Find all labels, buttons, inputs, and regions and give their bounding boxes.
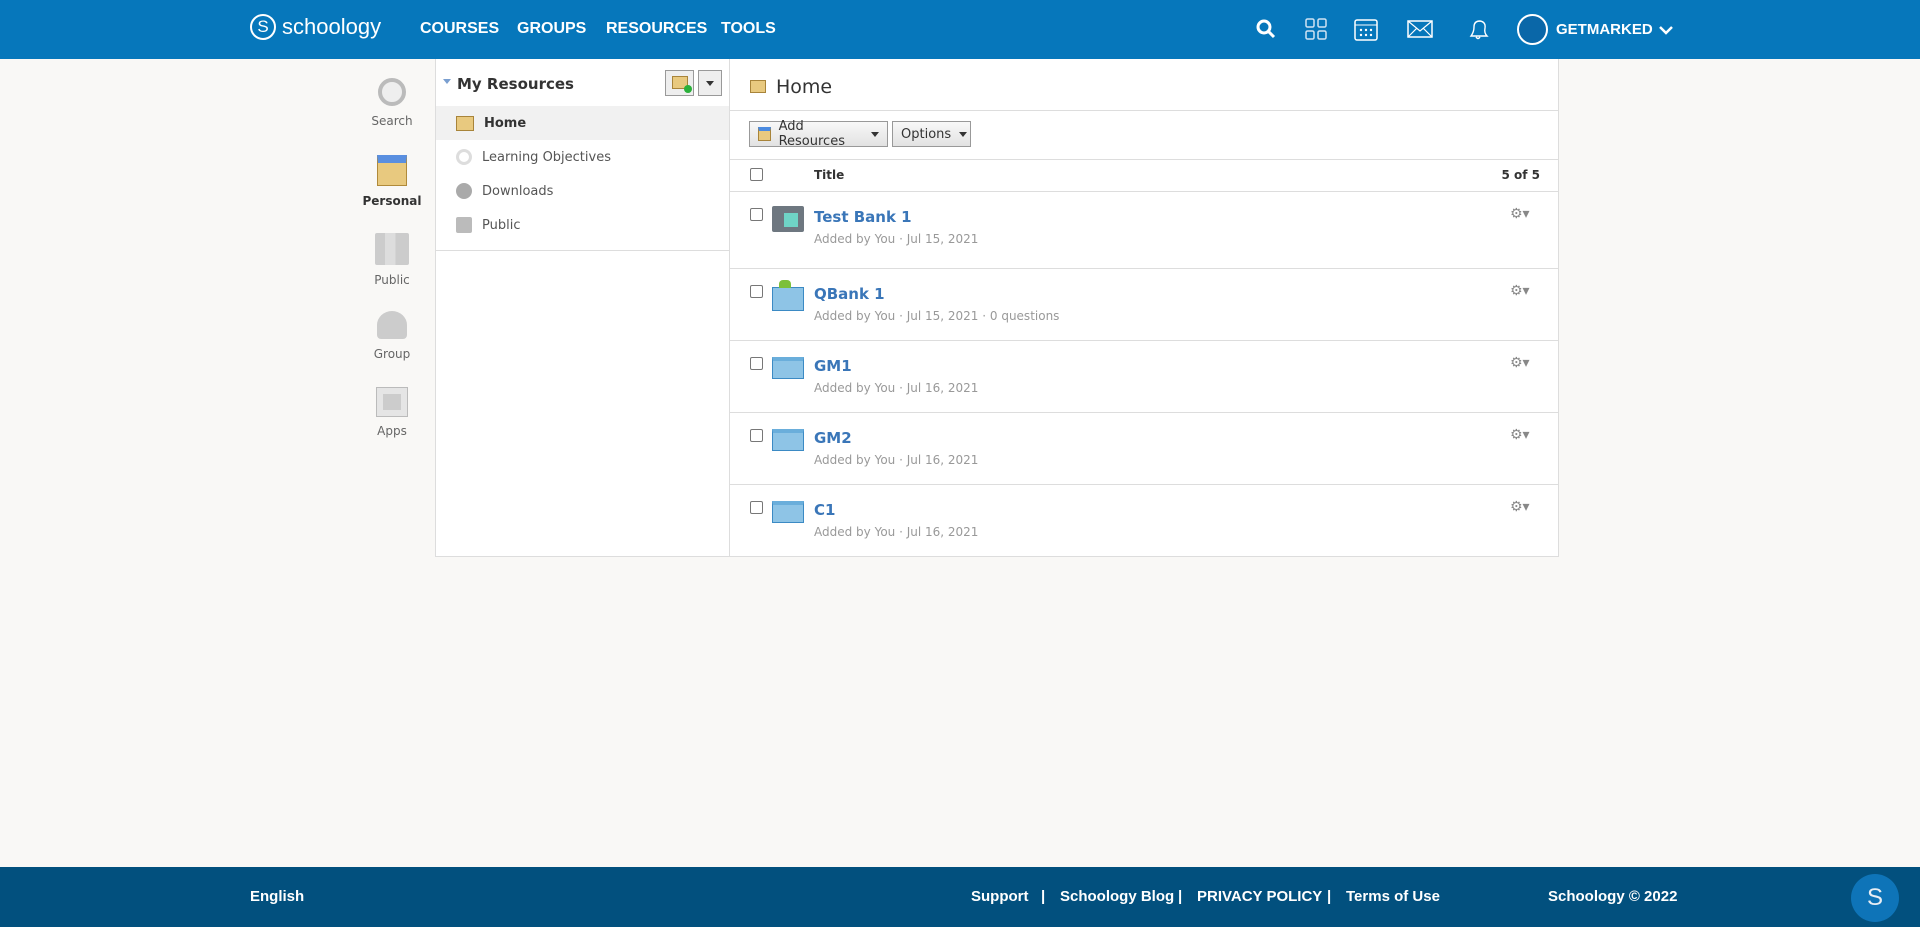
page-title: Home xyxy=(776,76,833,98)
leftnav-public[interactable]: Public xyxy=(352,233,432,287)
user-name[interactable]: GETMARKED xyxy=(1556,21,1653,38)
resource-title-link[interactable]: GM2 xyxy=(814,429,852,447)
tree-item-public[interactable]: Public xyxy=(436,208,729,242)
resource-list-panel: Home Add Resources Options Title 5 of 5 … xyxy=(729,59,1559,557)
caret-down-icon xyxy=(871,131,879,137)
resource-meta: Added by You · Jul 16, 2021 xyxy=(814,453,979,467)
resource-meta: Added by You · Jul 15, 2021 xyxy=(814,232,979,246)
top-header: Sschoology COURSES GROUPS RESOURCES TOOL… xyxy=(0,0,1920,59)
language-selector[interactable]: English xyxy=(250,888,304,905)
folder-icon xyxy=(772,357,804,379)
plus-icon xyxy=(683,85,692,93)
download-icon xyxy=(456,183,472,199)
nav-groups[interactable]: GROUPS xyxy=(517,20,586,38)
apps-icon xyxy=(376,387,408,417)
resource-row: GM1 Added by You · Jul 16, 2021 ⚙▾ xyxy=(730,341,1558,413)
collapse-triangle-icon[interactable] xyxy=(443,79,451,84)
resource-row: GM2 Added by You · Jul 16, 2021 ⚙▾ xyxy=(730,413,1558,485)
divider xyxy=(436,250,729,251)
gear-menu-icon[interactable]: ⚙▾ xyxy=(1510,283,1530,299)
nav-tools[interactable]: TOOLS xyxy=(721,20,776,38)
mail-icon[interactable] xyxy=(1407,16,1433,42)
resource-tree-panel: My Resources Home Learning Objectives Do… xyxy=(435,59,730,557)
gear-menu-icon[interactable]: ⚙▾ xyxy=(1510,355,1530,371)
leftnav-label: Personal xyxy=(362,194,422,208)
resource-row: C1 Added by You · Jul 16, 2021 ⚙▾ xyxy=(730,485,1558,557)
select-all-checkbox[interactable] xyxy=(750,168,763,181)
notifications-bell-icon[interactable] xyxy=(1465,16,1491,42)
target-icon xyxy=(456,149,472,165)
test-bank-icon xyxy=(772,206,804,232)
tree-options-dropdown[interactable] xyxy=(698,70,722,96)
leftnav-group[interactable]: Group xyxy=(352,311,432,361)
folder-icon xyxy=(772,501,804,523)
footer-link-privacy[interactable]: PRIVACY POLICY xyxy=(1197,888,1322,905)
add-collection-button[interactable] xyxy=(665,70,694,96)
gear-menu-icon[interactable]: ⚙▾ xyxy=(1510,499,1530,515)
caret-down-icon xyxy=(706,80,714,86)
my-resources-title[interactable]: My Resources xyxy=(457,75,574,93)
row-checkbox[interactable] xyxy=(750,208,763,221)
question-bank-icon xyxy=(772,280,804,311)
separator: | xyxy=(1041,888,1046,905)
resource-row: Test Bank 1 Added by You · Jul 15, 2021 … xyxy=(730,192,1558,269)
folder-icon xyxy=(772,429,804,451)
separator: | xyxy=(1178,888,1183,905)
footer: English Support | Schoology Blog | PRIVA… xyxy=(0,867,1920,927)
row-checkbox[interactable] xyxy=(750,357,763,370)
add-resource-icon xyxy=(758,127,771,141)
user-avatar[interactable] xyxy=(1517,14,1548,45)
box-icon xyxy=(456,115,474,131)
logo-text: schoology xyxy=(282,14,382,39)
search-icon[interactable] xyxy=(1253,16,1279,42)
title-column-header[interactable]: Title xyxy=(814,168,844,182)
row-checkbox[interactable] xyxy=(750,429,763,442)
tree-item-home[interactable]: Home xyxy=(436,106,729,140)
resource-title-link[interactable]: GM1 xyxy=(814,357,852,375)
resource-meta: Added by You · Jul 16, 2021 xyxy=(814,525,979,539)
footer-link-support[interactable]: Support xyxy=(971,888,1029,905)
item-count: 5 of 5 xyxy=(1501,168,1540,182)
footer-link-blog[interactable]: Schoology Blog xyxy=(1060,888,1174,905)
nav-resources[interactable]: RESOURCES xyxy=(606,20,707,38)
magnifier-icon xyxy=(378,78,406,106)
tree-item-downloads[interactable]: Downloads xyxy=(436,174,729,208)
public-library-icon xyxy=(456,217,472,233)
footer-link-terms[interactable]: Terms of Use xyxy=(1346,888,1440,905)
gear-menu-icon[interactable]: ⚙▾ xyxy=(1510,427,1530,443)
group-people-icon xyxy=(377,311,407,339)
nav-courses[interactable]: COURSES xyxy=(420,20,499,38)
resource-title-link[interactable]: C1 xyxy=(814,501,835,519)
resource-meta: Added by You · Jul 15, 2021 · 0 question… xyxy=(814,309,1060,323)
home-box-icon xyxy=(750,80,766,93)
resource-row: QBank 1 Added by You · Jul 15, 2021 · 0 … xyxy=(730,269,1558,341)
resource-meta: Added by You · Jul 16, 2021 xyxy=(814,381,979,395)
add-resources-button[interactable]: Add Resources xyxy=(749,119,888,149)
leftnav-label: Group xyxy=(373,347,411,361)
leftnav-label: Search xyxy=(371,114,413,128)
leftnav-label: Apps xyxy=(377,424,407,438)
chevron-down-icon[interactable] xyxy=(1658,22,1674,38)
resource-title-link[interactable]: Test Bank 1 xyxy=(814,208,912,226)
row-checkbox[interactable] xyxy=(750,501,763,514)
chat-help-button[interactable]: S xyxy=(1851,874,1899,922)
calendar-icon[interactable] xyxy=(1353,16,1379,42)
separator: | xyxy=(1327,888,1332,905)
logo-icon: S xyxy=(250,14,276,40)
row-checkbox[interactable] xyxy=(750,285,763,298)
apps-grid-icon[interactable] xyxy=(1303,16,1329,42)
schoology-logo[interactable]: Sschoology xyxy=(250,14,381,40)
tree-item-learning-objectives[interactable]: Learning Objectives xyxy=(436,140,729,174)
public-library-icon xyxy=(375,233,409,265)
copyright: Schoology © 2022 xyxy=(1548,888,1678,905)
caret-down-icon xyxy=(959,131,968,137)
leftnav-personal[interactable]: Personal xyxy=(352,155,432,208)
options-button[interactable]: Options xyxy=(892,121,971,147)
personal-box-icon xyxy=(377,155,407,186)
leftnav-apps[interactable]: Apps xyxy=(352,387,432,438)
gear-menu-icon[interactable]: ⚙▾ xyxy=(1510,206,1530,222)
leftnav-label: Public xyxy=(374,273,410,287)
resource-title-link[interactable]: QBank 1 xyxy=(814,285,885,303)
leftnav-search[interactable]: Search xyxy=(352,78,432,128)
